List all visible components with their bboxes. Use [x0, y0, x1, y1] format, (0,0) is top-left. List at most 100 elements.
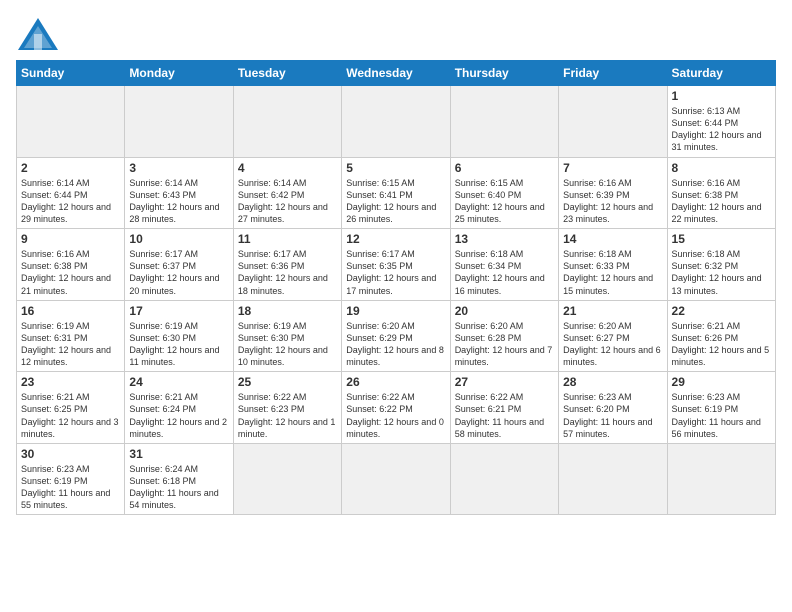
day-info: Sunrise: 6:14 AM Sunset: 6:43 PM Dayligh… [129, 177, 228, 226]
day-info: Sunrise: 6:18 AM Sunset: 6:33 PM Dayligh… [563, 248, 662, 297]
week-row-3: 9 Sunrise: 6:16 AM Sunset: 6:38 PM Daylig… [17, 229, 776, 301]
day-number: 5 [346, 161, 445, 175]
header-monday: Monday [125, 61, 233, 86]
cell-4-6: 29Sunrise: 6:23 AM Sunset: 6:19 PM Dayli… [667, 372, 775, 444]
day-number: 1 [672, 89, 771, 103]
day-number: 27 [455, 375, 554, 389]
day-info: Sunrise: 6:23 AM Sunset: 6:19 PM Dayligh… [672, 391, 771, 440]
day-number: 3 [129, 161, 228, 175]
day-number: 12 [346, 232, 445, 246]
day-info: Sunrise: 6:18 AM Sunset: 6:34 PM Dayligh… [455, 248, 554, 297]
day-info: Sunrise: 6:24 AM Sunset: 6:18 PM Dayligh… [129, 463, 228, 512]
day-info: Sunrise: 6:16 AM Sunset: 6:39 PM Dayligh… [563, 177, 662, 226]
day-number: 2 [21, 161, 120, 175]
week-row-5: 23Sunrise: 6:21 AM Sunset: 6:25 PM Dayli… [17, 372, 776, 444]
day-info: Sunrise: 6:20 AM Sunset: 6:29 PM Dayligh… [346, 320, 445, 369]
day-info: Sunrise: 6:15 AM Sunset: 6:41 PM Dayligh… [346, 177, 445, 226]
cell-2-1: 10Sunrise: 6:17 AM Sunset: 6:37 PM Dayli… [125, 229, 233, 301]
day-info: Sunrise: 6:21 AM Sunset: 6:26 PM Dayligh… [672, 320, 771, 369]
header-wednesday: Wednesday [342, 61, 450, 86]
day-number: 14 [563, 232, 662, 246]
cell-3-6: 22 Sunrise: 6:21 AM Sunset: 6:26 PM Dayli… [667, 300, 775, 372]
cell-1-6: 8 Sunrise: 6:16 AM Sunset: 6:38 PM Daylig… [667, 157, 775, 229]
day-number: 22 [672, 304, 771, 318]
day-number: 25 [238, 375, 337, 389]
day-info: Sunrise: 6:17 AM Sunset: 6:36 PM Dayligh… [238, 248, 337, 297]
cell-1-3: 5 Sunrise: 6:15 AM Sunset: 6:41 PM Daylig… [342, 157, 450, 229]
day-number: 18 [238, 304, 337, 318]
cell-4-3: 26 Sunrise: 6:22 AM Sunset: 6:22 PM Dayli… [342, 372, 450, 444]
day-info: Sunrise: 6:22 AM Sunset: 6:22 PM Dayligh… [346, 391, 445, 440]
cell-2-5: 14 Sunrise: 6:18 AM Sunset: 6:33 PM Dayli… [559, 229, 667, 301]
day-info: Sunrise: 6:13 AM Sunset: 6:44 PM Dayligh… [672, 105, 771, 154]
cell-2-2: 11 Sunrise: 6:17 AM Sunset: 6:36 PM Dayli… [233, 229, 341, 301]
header-friday: Friday [559, 61, 667, 86]
cell-0-2 [233, 86, 341, 158]
cell-1-5: 7 Sunrise: 6:16 AM Sunset: 6:39 PM Daylig… [559, 157, 667, 229]
cell-3-0: 16Sunrise: 6:19 AM Sunset: 6:31 PM Dayli… [17, 300, 125, 372]
day-info: Sunrise: 6:21 AM Sunset: 6:25 PM Dayligh… [21, 391, 120, 440]
header-row: Sunday Monday Tuesday Wednesday Thursday… [17, 61, 776, 86]
day-number: 10 [129, 232, 228, 246]
day-number: 28 [563, 375, 662, 389]
cell-5-6 [667, 443, 775, 515]
logo-svg [16, 16, 60, 52]
cell-1-1: 3 Sunrise: 6:14 AM Sunset: 6:43 PM Daylig… [125, 157, 233, 229]
cell-3-2: 18 Sunrise: 6:19 AM Sunset: 6:30 PM Dayli… [233, 300, 341, 372]
day-number: 30 [21, 447, 120, 461]
cell-0-6: 1 Sunrise: 6:13 AM Sunset: 6:44 PM Daylig… [667, 86, 775, 158]
calendar-header: Sunday Monday Tuesday Wednesday Thursday… [17, 61, 776, 86]
day-number: 17 [129, 304, 228, 318]
cell-5-5 [559, 443, 667, 515]
cell-4-0: 23Sunrise: 6:21 AM Sunset: 6:25 PM Dayli… [17, 372, 125, 444]
day-number: 24 [129, 375, 228, 389]
day-info: Sunrise: 6:20 AM Sunset: 6:28 PM Dayligh… [455, 320, 554, 369]
day-number: 26 [346, 375, 445, 389]
cell-0-3 [342, 86, 450, 158]
day-info: Sunrise: 6:16 AM Sunset: 6:38 PM Dayligh… [672, 177, 771, 226]
cell-1-2: 4Sunrise: 6:14 AM Sunset: 6:42 PM Daylig… [233, 157, 341, 229]
day-number: 13 [455, 232, 554, 246]
day-info: Sunrise: 6:19 AM Sunset: 6:30 PM Dayligh… [129, 320, 228, 369]
day-info: Sunrise: 6:22 AM Sunset: 6:21 PM Dayligh… [455, 391, 554, 440]
day-number: 19 [346, 304, 445, 318]
header-saturday: Saturday [667, 61, 775, 86]
week-row-1: 1 Sunrise: 6:13 AM Sunset: 6:44 PM Daylig… [17, 86, 776, 158]
day-number: 11 [238, 232, 337, 246]
day-info: Sunrise: 6:15 AM Sunset: 6:40 PM Dayligh… [455, 177, 554, 226]
cell-5-4 [450, 443, 558, 515]
day-info: Sunrise: 6:23 AM Sunset: 6:20 PM Dayligh… [563, 391, 662, 440]
day-info: Sunrise: 6:19 AM Sunset: 6:31 PM Dayligh… [21, 320, 120, 369]
day-number: 6 [455, 161, 554, 175]
header [16, 16, 776, 52]
day-info: Sunrise: 6:17 AM Sunset: 6:35 PM Dayligh… [346, 248, 445, 297]
day-info: Sunrise: 6:18 AM Sunset: 6:32 PM Dayligh… [672, 248, 771, 297]
day-number: 7 [563, 161, 662, 175]
cell-3-1: 17 Sunrise: 6:19 AM Sunset: 6:30 PM Dayli… [125, 300, 233, 372]
logo-icon [16, 16, 60, 52]
cell-5-1: 31Sunrise: 6:24 AM Sunset: 6:18 PM Dayli… [125, 443, 233, 515]
cell-1-0: 2 Sunrise: 6:14 AM Sunset: 6:44 PM Daylig… [17, 157, 125, 229]
day-number: 8 [672, 161, 771, 175]
cell-0-4 [450, 86, 558, 158]
cell-3-3: 19 Sunrise: 6:20 AM Sunset: 6:29 PM Dayli… [342, 300, 450, 372]
week-row-6: 30 Sunrise: 6:23 AM Sunset: 6:19 PM Dayli… [17, 443, 776, 515]
cell-5-0: 30 Sunrise: 6:23 AM Sunset: 6:19 PM Dayli… [17, 443, 125, 515]
header-sunday: Sunday [17, 61, 125, 86]
day-number: 20 [455, 304, 554, 318]
day-info: Sunrise: 6:23 AM Sunset: 6:19 PM Dayligh… [21, 463, 120, 512]
cell-5-3 [342, 443, 450, 515]
cell-4-2: 25 Sunrise: 6:22 AM Sunset: 6:23 PM Dayli… [233, 372, 341, 444]
header-tuesday: Tuesday [233, 61, 341, 86]
day-info: Sunrise: 6:20 AM Sunset: 6:27 PM Dayligh… [563, 320, 662, 369]
calendar-body: 1 Sunrise: 6:13 AM Sunset: 6:44 PM Daylig… [17, 86, 776, 515]
day-info: Sunrise: 6:16 AM Sunset: 6:38 PM Dayligh… [21, 248, 120, 297]
cell-0-0 [17, 86, 125, 158]
cell-4-4: 27 Sunrise: 6:22 AM Sunset: 6:21 PM Dayli… [450, 372, 558, 444]
day-info: Sunrise: 6:19 AM Sunset: 6:30 PM Dayligh… [238, 320, 337, 369]
day-number: 9 [21, 232, 120, 246]
cell-1-4: 6 Sunrise: 6:15 AM Sunset: 6:40 PM Daylig… [450, 157, 558, 229]
day-info: Sunrise: 6:22 AM Sunset: 6:23 PM Dayligh… [238, 391, 337, 440]
header-thursday: Thursday [450, 61, 558, 86]
day-info: Sunrise: 6:14 AM Sunset: 6:44 PM Dayligh… [21, 177, 120, 226]
